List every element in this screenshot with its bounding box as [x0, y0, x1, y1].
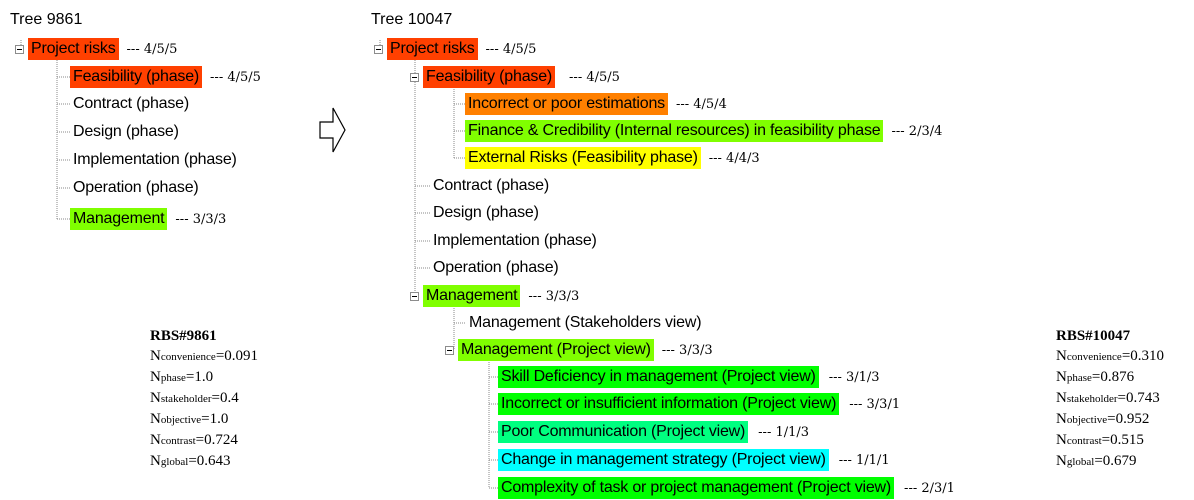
metric-row: Nobjective=0.952	[1056, 411, 1150, 427]
node-score: --- 3/3/3	[661, 342, 713, 358]
metric-row: Nstakeholder=0.4	[150, 390, 239, 406]
node-label: Implementation (phase)	[73, 151, 237, 168]
tree-node[interactable]: Contract (phase)	[430, 174, 552, 198]
tree-node[interactable]: Project risks --- 4/5/5	[15, 37, 177, 61]
node-label: Management	[70, 208, 168, 230]
node-label: Operation (phase)	[433, 259, 559, 276]
metric-row: Nphase=1.0	[150, 369, 214, 385]
tree-node[interactable]: Implementation (phase)	[70, 148, 240, 172]
node-label: Management (Stakeholders view)	[469, 314, 702, 331]
node-label: External Risks (Feasibility phase)	[465, 147, 701, 169]
tree-node[interactable]: Skill Deficiency in management (Project …	[498, 365, 880, 389]
tree-node[interactable]: Management (Project view) --- 3/3/3	[445, 338, 713, 362]
node-label: Contract (phase)	[73, 95, 189, 112]
node-score: --- 1/1/3	[758, 424, 810, 440]
metrics-right: RBS#10047 Nconvenience=0.310 Nphase=0.87…	[1056, 326, 1164, 472]
node-score: --- 2/3/1	[904, 480, 955, 496]
tree-node[interactable]: External Risks (Feasibility phase) --- 4…	[465, 146, 760, 170]
node-score: --- 4/5/5	[210, 69, 261, 85]
metric-row: Nobjective=1.0	[150, 411, 229, 427]
tree-node[interactable]: Complexity of task or project management…	[498, 476, 955, 500]
node-score: --- 4/5/4	[675, 96, 727, 112]
tree-node[interactable]: Management --- 3/3/3	[410, 284, 579, 308]
collapse-icon[interactable]	[410, 291, 419, 301]
node-label: Design (phase)	[433, 204, 539, 221]
metric-row: Nphase=0.876	[1056, 369, 1135, 385]
tree-node[interactable]: Contract (phase)	[70, 92, 192, 116]
tree-node[interactable]: Incorrect or insufficient information (P…	[498, 392, 900, 416]
tree-node[interactable]: Incorrect or poor estimations --- 4/5/4	[465, 92, 727, 116]
collapse-icon[interactable]	[374, 44, 383, 54]
tree-node[interactable]: Implementation (phase)	[430, 229, 600, 253]
node-label: Incorrect or insufficient information (P…	[498, 393, 840, 415]
tree-node[interactable]: Project risks --- 4/5/5	[374, 37, 536, 61]
node-label: Design (phase)	[73, 123, 179, 140]
node-label: Poor Communication (Project view)	[498, 421, 749, 443]
metrics-left: RBS#9861 Nconvenience=0.091 Nphase=1.0 N…	[150, 326, 258, 472]
rbs-title: RBS#9861	[150, 328, 217, 344]
tree-node[interactable]: Operation (phase)	[430, 256, 562, 280]
node-label: Operation (phase)	[73, 179, 199, 196]
rbs-title: RBS#10047	[1056, 328, 1131, 344]
node-score: --- 3/3/3	[528, 288, 580, 304]
node-label: Finance & Credibility (Internal resource…	[465, 120, 884, 142]
node-label: Complexity of task or project management…	[498, 477, 895, 499]
metric-row: Nglobal=0.643	[150, 453, 231, 469]
metric-row: Nstakeholder=0.743	[1056, 390, 1160, 406]
right-arrow-icon	[319, 107, 346, 153]
metric-row: Nconvenience=0.310	[1056, 348, 1165, 364]
node-score: --- 2/3/4	[891, 123, 943, 139]
node-label: Feasibility (phase)	[423, 66, 556, 88]
metric-row: Nglobal=0.679	[1056, 453, 1137, 469]
node-label: Change in management strategy (Project v…	[498, 449, 829, 471]
node-score: --- 1/1/1	[838, 452, 890, 468]
node-score: --- 3/3/3	[175, 211, 227, 227]
node-score: --- 4/5/5	[485, 41, 537, 57]
tree-node[interactable]: Design (phase)	[430, 201, 542, 225]
tree-node[interactable]: Finance & Credibility (Internal resource…	[465, 119, 942, 143]
tree-node[interactable]: Poor Communication (Project view) --- 1/…	[498, 420, 809, 444]
node-score: --- 3/3/1	[849, 396, 901, 412]
node-score: --- 4/5/5	[569, 69, 620, 85]
node-label: Management	[423, 285, 521, 307]
tree-node[interactable]: Operation (phase)	[70, 176, 202, 200]
tree-node[interactable]: Management (Stakeholders view)	[466, 311, 704, 335]
node-label: Project risks	[28, 38, 119, 60]
tree-node[interactable]: Design (phase)	[70, 120, 182, 144]
node-score: --- 3/1/3	[828, 369, 880, 385]
tree-node[interactable]: Feasibility (phase) --- 4/5/5	[410, 65, 620, 89]
node-label: Management (Project view)	[458, 339, 654, 361]
node-label: Skill Deficiency in management (Project …	[498, 366, 819, 388]
node-label: Implementation (phase)	[433, 232, 597, 249]
tree-title: Tree 9861	[10, 11, 83, 28]
metric-row: Ncontrast=0.515	[1056, 432, 1144, 448]
collapse-icon[interactable]	[410, 72, 419, 82]
collapse-icon[interactable]	[15, 44, 24, 54]
tree-node[interactable]: Feasibility (phase) --- 4/5/5	[70, 65, 261, 89]
node-label: Feasibility (phase)	[70, 66, 203, 88]
collapse-icon[interactable]	[445, 345, 454, 355]
node-score: --- 4/5/5	[126, 41, 178, 57]
node-score: --- 4/4/3	[708, 150, 760, 166]
node-label: Contract (phase)	[433, 177, 549, 194]
metric-row: Ncontrast=0.724	[150, 432, 238, 448]
node-label: Incorrect or poor estimations	[465, 93, 668, 115]
metric-row: Nconvenience=0.091	[150, 348, 259, 364]
tree-title: Tree 10047	[371, 11, 453, 28]
tree-node[interactable]: Management --- 3/3/3	[70, 207, 226, 231]
node-label: Project risks	[387, 38, 478, 60]
tree-node[interactable]: Change in management strategy (Project v…	[498, 448, 890, 472]
